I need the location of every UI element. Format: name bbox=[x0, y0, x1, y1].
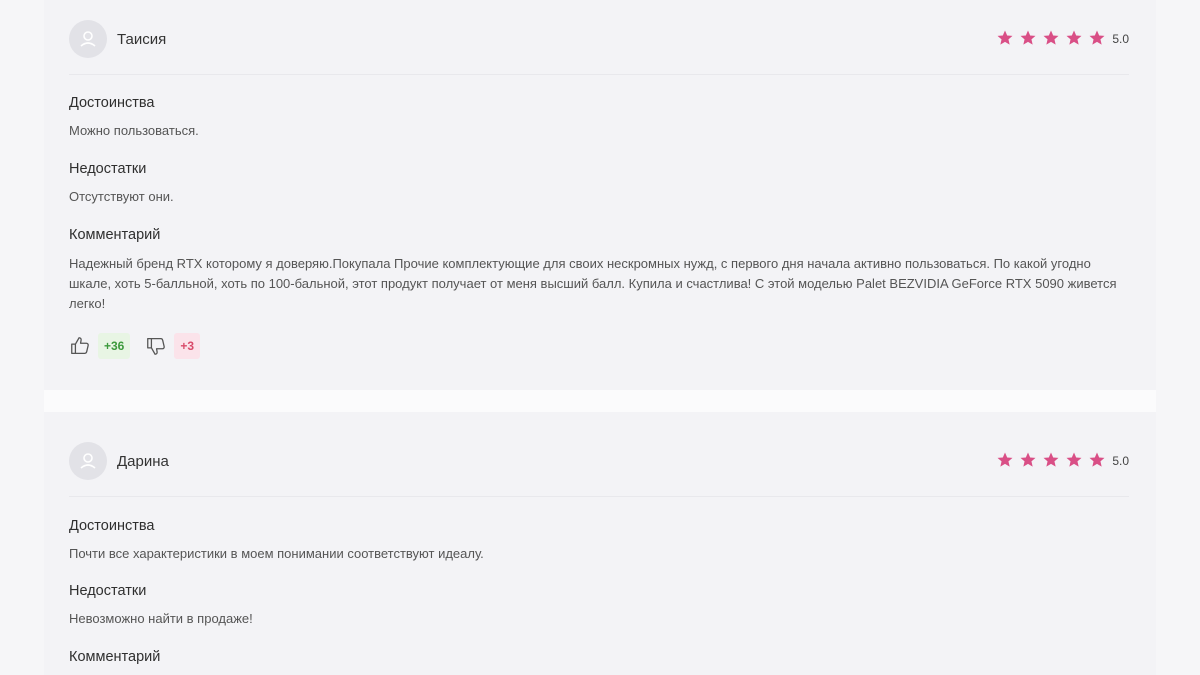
likes-count: +36 bbox=[98, 333, 131, 359]
rating-value: 5.0 bbox=[1112, 32, 1129, 46]
rating-value: 5.0 bbox=[1112, 454, 1129, 468]
star-icon bbox=[1043, 452, 1059, 467]
review-header: Дарина 5.0 bbox=[69, 422, 1129, 497]
star-icon bbox=[1066, 30, 1082, 45]
pros-text: Можно пользоваться. bbox=[69, 123, 199, 138]
pros-text: Почти все характеристики в моем понимани… bbox=[69, 546, 484, 561]
cons-text: Отсутствуют они. bbox=[69, 189, 174, 204]
avatar bbox=[69, 442, 107, 480]
review-card: Таисия 5.0 Достоинства Можно пользоватьс… bbox=[44, 0, 1156, 390]
comment-text: Надежный бренд RTX которому я доверяю.По… bbox=[69, 256, 1117, 311]
star-icon bbox=[1020, 452, 1036, 467]
star-icon bbox=[997, 452, 1013, 467]
star-icon bbox=[1043, 30, 1059, 45]
star-rating: 5.0 bbox=[991, 451, 1129, 469]
cons-title: Недостатки bbox=[69, 161, 147, 177]
user-icon bbox=[80, 453, 96, 469]
star-rating: 5.0 bbox=[991, 29, 1129, 47]
reviews-page: Таисия 5.0 Достоинства Можно пользоватьс… bbox=[0, 0, 1200, 675]
star-icon bbox=[1089, 30, 1105, 45]
review-header: Таисия 5.0 bbox=[69, 0, 1129, 75]
pros-title: Достоинства bbox=[69, 518, 155, 534]
author-name: Дарина bbox=[117, 453, 169, 470]
cons-text: Невозможно найти в продаже! bbox=[69, 611, 253, 626]
star-icon bbox=[1066, 452, 1082, 467]
star-icon bbox=[997, 30, 1013, 45]
star-icon bbox=[1020, 30, 1036, 45]
vote-controls: +36 +3 bbox=[69, 333, 201, 359]
review-card: Дарина 5.0 Достоинства Почти все характе… bbox=[44, 412, 1156, 675]
avatar bbox=[69, 20, 107, 58]
cons-title: Недостатки bbox=[69, 583, 147, 599]
author-name: Таисия bbox=[117, 31, 167, 48]
comment-title: Комментарий bbox=[69, 649, 161, 665]
thumbs-down-icon[interactable] bbox=[145, 335, 167, 357]
user-icon bbox=[80, 31, 96, 47]
thumbs-up-icon[interactable] bbox=[69, 335, 91, 357]
comment-title: Комментарий bbox=[69, 227, 161, 243]
star-icon bbox=[1089, 452, 1105, 467]
review-separator bbox=[44, 390, 1156, 412]
dislikes-count: +3 bbox=[174, 333, 201, 359]
pros-title: Достоинства bbox=[69, 95, 155, 111]
